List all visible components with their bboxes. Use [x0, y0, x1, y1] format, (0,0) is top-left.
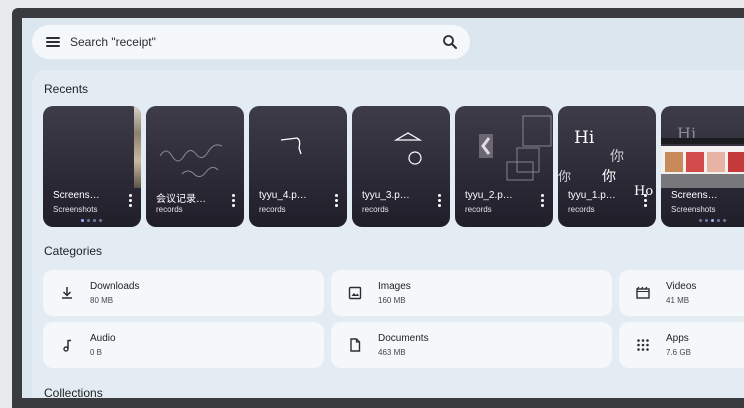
- handwriting-text: 你: [558, 170, 572, 185]
- category-size: 160 MB: [378, 296, 406, 305]
- category-label: Videos: [666, 281, 697, 292]
- recent-card[interactable]: Hi 你 你 你 Ho tyyu_1.p… records: [558, 106, 656, 227]
- recent-card-name: tyyu_4.p…: [259, 190, 307, 201]
- recents-heading: Recents: [44, 82, 89, 96]
- category-audio[interactable]: Audio 0 B: [43, 322, 324, 368]
- recent-card[interactable]: 会议记录… records: [146, 106, 244, 227]
- recent-card-name: tyyu_3.p…: [362, 190, 410, 201]
- screenshot-thumbnail: [43, 106, 141, 188]
- shopping-screenshot-thumbnail: Hi: [661, 106, 744, 188]
- recent-card-name: tyyu_2.p…: [465, 190, 513, 201]
- recent-card-source: records: [465, 205, 492, 214]
- category-size: 0 B: [90, 348, 103, 357]
- menu-icon[interactable]: [46, 37, 60, 47]
- apps-grid-icon: [637, 339, 649, 351]
- music-note-icon: [63, 339, 71, 352]
- search-input[interactable]: Search "receipt": [70, 35, 442, 49]
- category-label: Downloads: [90, 281, 140, 292]
- category-videos[interactable]: Videos 41 MB: [619, 270, 744, 316]
- more-options-icon[interactable]: [438, 194, 441, 208]
- recent-card[interactable]: tyyu_3.p… records: [352, 106, 450, 227]
- boxes-drawing-thumbnail: [479, 115, 552, 181]
- recent-card-source: Screenshots: [53, 205, 98, 214]
- more-options-icon[interactable]: [129, 194, 132, 208]
- category-size: 41 MB: [666, 296, 690, 305]
- recent-card[interactable]: tyyu_2.p… records: [455, 106, 553, 227]
- category-size: 80 MB: [90, 296, 114, 305]
- search-icon[interactable]: [442, 34, 458, 50]
- files-app-screen: Search "receipt" Recents Screens… Screen…: [22, 18, 744, 398]
- category-label: Images: [378, 281, 411, 292]
- recent-card[interactable]: tyyu_4.p… records: [249, 106, 347, 227]
- recent-card[interactable]: Screens… Screenshots: [43, 106, 141, 227]
- category-images[interactable]: Images 160 MB: [331, 270, 612, 316]
- category-label: Documents: [378, 333, 429, 344]
- recent-card-source: records: [156, 205, 183, 214]
- recent-card-name: Screens…: [53, 190, 100, 201]
- page-dots: [699, 219, 726, 222]
- category-apps[interactable]: Apps 7.6 GB: [619, 322, 744, 368]
- image-icon: [348, 286, 362, 300]
- shapes-drawing-thumbnail: [393, 132, 423, 165]
- page-dots: [81, 219, 102, 222]
- stroke-drawing-thumbnail: [280, 137, 302, 155]
- more-options-icon[interactable]: [232, 194, 235, 208]
- handwriting-text: 你: [610, 149, 624, 165]
- video-icon: [636, 286, 650, 299]
- content-panel: Recents Screens… Screenshots 会议记录… recor…: [32, 70, 744, 398]
- download-icon: [62, 287, 72, 299]
- recent-card-name: tyyu_1.p…: [568, 190, 616, 201]
- recent-card-name: Screens…: [671, 190, 718, 201]
- recent-card[interactable]: Hi Screens… Screenshots: [661, 106, 744, 227]
- category-size: 7.6 GB: [666, 348, 691, 357]
- recent-card-source: records: [259, 205, 286, 214]
- category-downloads[interactable]: Downloads 80 MB: [43, 270, 324, 316]
- recent-card-source: records: [362, 205, 389, 214]
- handwriting-text: Hi: [574, 128, 595, 148]
- document-icon: [350, 338, 361, 352]
- category-label: Audio: [90, 333, 116, 344]
- collections-heading: Collections: [44, 386, 103, 398]
- handwriting-text: 你: [602, 169, 616, 185]
- search-bar[interactable]: Search "receipt": [32, 25, 470, 59]
- recent-card-source: records: [568, 205, 595, 214]
- category-label: Apps: [666, 333, 689, 344]
- more-options-icon[interactable]: [335, 194, 338, 208]
- category-documents[interactable]: Documents 463 MB: [331, 322, 612, 368]
- category-size: 463 MB: [378, 348, 406, 357]
- handwriting-thumbnail: Hi 你 你 你 Ho: [558, 106, 656, 199]
- categories-heading: Categories: [44, 244, 103, 258]
- more-options-icon[interactable]: [541, 194, 544, 208]
- more-options-icon[interactable]: [644, 194, 647, 208]
- squiggle-drawing-thumbnail: [159, 144, 223, 178]
- recent-card-source: Screenshots: [671, 205, 716, 214]
- recent-card-name: 会议记录…: [156, 194, 206, 205]
